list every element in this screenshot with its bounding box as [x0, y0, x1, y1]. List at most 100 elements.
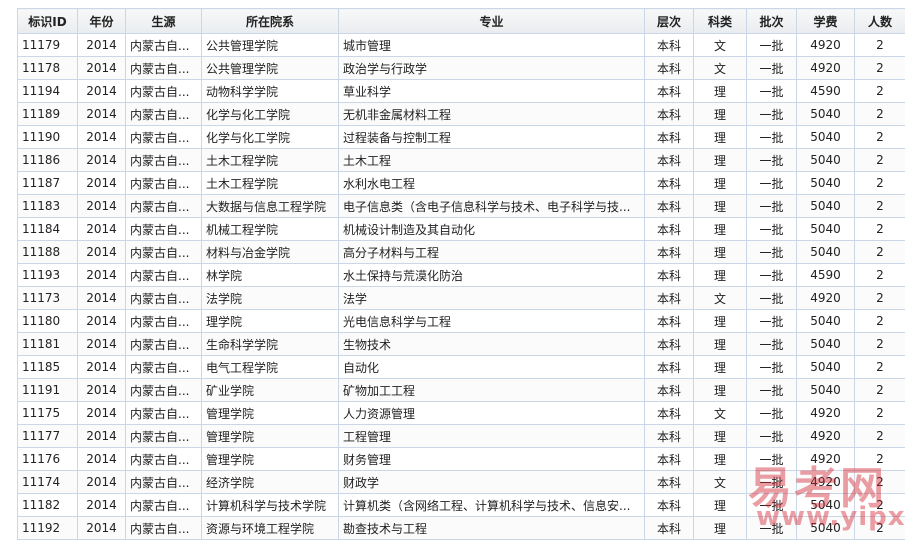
- data-grid: 标识ID 年份 生源 所在院系 专业 层次 科类 批次 学费 人数 11179 2…: [17, 8, 905, 540]
- cell-tuition: 5040: [796, 217, 855, 241]
- cell-id: 11173: [17, 286, 78, 310]
- cell-level: 本科: [644, 378, 694, 402]
- table-row[interactable]: 11192 2014 内蒙古自... 资源与环境工程学院 勘查技术与工程 本科理一批 504…: [17, 516, 905, 540]
- cell-major: 生物技术: [338, 332, 645, 356]
- cell-origin: 内蒙古自...: [125, 286, 202, 310]
- cell-level: 本科: [644, 332, 694, 356]
- cell-level: 本科: [644, 516, 694, 540]
- table-row[interactable]: 11184 2014 内蒙古自... 机械工程学院 机械设计制造及其自动化 本科理一批 50…: [17, 217, 905, 241]
- cell-level: 本科: [644, 286, 694, 310]
- cell-origin: 内蒙古自...: [125, 33, 202, 57]
- cell-year: 2014: [77, 79, 126, 103]
- table-row[interactable]: 11176 2014 内蒙古自... 管理学院 财务管理 本科理一批 4920 2: [17, 447, 905, 471]
- cell-tuition: 5040: [796, 493, 855, 517]
- cell-batch: 一批: [746, 217, 797, 241]
- cell-origin: 内蒙古自...: [125, 263, 202, 287]
- column-header-category[interactable]: 科类: [693, 8, 747, 34]
- cell-origin: 内蒙古自...: [125, 79, 202, 103]
- cell-year: 2014: [77, 171, 126, 195]
- cell-category: 理: [693, 332, 747, 356]
- cell-level: 本科: [644, 194, 694, 218]
- table-row[interactable]: 11186 2014 内蒙古自... 土木工程学院 土木工程 本科理一批 5040 2: [17, 148, 905, 172]
- cell-category: 理: [693, 516, 747, 540]
- table-row[interactable]: 11183 2014 内蒙古自... 大数据与信息工程学院 电子信息类（含电子信息科学与…: [17, 194, 905, 218]
- cell-batch: 一批: [746, 125, 797, 149]
- table-row[interactable]: 11178 2014 内蒙古自... 公共管理学院 政治学与行政学 本科文一批 4920 2: [17, 56, 905, 80]
- table-row[interactable]: 11175 2014 内蒙古自... 管理学院 人力资源管理 本科文一批 4920 2: [17, 401, 905, 425]
- cell-count: 2: [854, 332, 905, 356]
- table-row[interactable]: 11190 2014 内蒙古自... 化学与化工学院 过程装备与控制工程 本科理一批 504…: [17, 125, 905, 149]
- cell-year: 2014: [77, 125, 126, 149]
- cell-major: 水土保持与荒漠化防治: [338, 263, 645, 287]
- cell-origin: 内蒙古自...: [125, 401, 202, 425]
- cell-tuition: 4590: [796, 79, 855, 103]
- cell-category: 文: [693, 470, 747, 494]
- column-header-year[interactable]: 年份: [77, 8, 126, 34]
- column-header-count[interactable]: 人数: [854, 8, 905, 34]
- cell-id: 11188: [17, 240, 78, 264]
- cell-level: 本科: [644, 33, 694, 57]
- cell-department: 林学院: [201, 263, 339, 287]
- table-row[interactable]: 11182 2014 内蒙古自... 计算机科学与技术学院 计算机类（含网络工程、计算机…: [17, 493, 905, 517]
- cell-major: 光电信息科学与工程: [338, 309, 645, 333]
- cell-id: 11181: [17, 332, 78, 356]
- table-row[interactable]: 11194 2014 内蒙古自... 动物科学学院 草业科学 本科理一批 4590 2: [17, 79, 905, 103]
- cell-level: 本科: [644, 240, 694, 264]
- cell-batch: 一批: [746, 263, 797, 287]
- table-row[interactable]: 11179 2014 内蒙古自... 公共管理学院 城市管理 本科文一批 4920 2: [17, 33, 905, 57]
- cell-level: 本科: [644, 79, 694, 103]
- table-row[interactable]: 11187 2014 内蒙古自... 土木工程学院 水利水电工程 本科理一批 5040 2: [17, 171, 905, 195]
- cell-tuition: 5040: [796, 102, 855, 126]
- column-header-origin[interactable]: 生源: [125, 8, 202, 34]
- cell-tuition: 4920: [796, 447, 855, 471]
- column-header-department[interactable]: 所在院系: [201, 8, 339, 34]
- cell-year: 2014: [77, 355, 126, 379]
- table-row[interactable]: 11191 2014 内蒙古自... 矿业学院 矿物加工工程 本科理一批 5040 2: [17, 378, 905, 402]
- cell-year: 2014: [77, 240, 126, 264]
- cell-year: 2014: [77, 217, 126, 241]
- table-row[interactable]: 11174 2014 内蒙古自... 经济学院 财政学 本科文一批 4920 2: [17, 470, 905, 494]
- cell-major: 矿物加工工程: [338, 378, 645, 402]
- cell-major: 城市管理: [338, 33, 645, 57]
- cell-id: 11184: [17, 217, 78, 241]
- table-row[interactable]: 11193 2014 内蒙古自... 林学院 水土保持与荒漠化防治 本科理一批 4590 2: [17, 263, 905, 287]
- column-header-tuition[interactable]: 学费: [796, 8, 855, 34]
- cell-tuition: 5040: [796, 516, 855, 540]
- table-row[interactable]: 11189 2014 内蒙古自... 化学与化工学院 无机非金属材料工程 本科理一批 504…: [17, 102, 905, 126]
- cell-department: 土木工程学院: [201, 171, 339, 195]
- cell-major: 机械设计制造及其自动化: [338, 217, 645, 241]
- table-row[interactable]: 11181 2014 内蒙古自... 生命科学学院 生物技术 本科理一批 5040 2: [17, 332, 905, 356]
- cell-year: 2014: [77, 102, 126, 126]
- cell-tuition: 4920: [796, 470, 855, 494]
- cell-category: 理: [693, 102, 747, 126]
- column-header-batch[interactable]: 批次: [746, 8, 797, 34]
- column-header-major[interactable]: 专业: [338, 8, 645, 34]
- cell-count: 2: [854, 401, 905, 425]
- cell-origin: 内蒙古自...: [125, 102, 202, 126]
- cell-level: 本科: [644, 493, 694, 517]
- table-row[interactable]: 11177 2014 内蒙古自... 管理学院 工程管理 本科理一批 4920 2: [17, 424, 905, 448]
- table-row[interactable]: 11185 2014 内蒙古自... 电气工程学院 自动化 本科理一批 5040 2: [17, 355, 905, 379]
- table-row[interactable]: 11188 2014 内蒙古自... 材料与冶金学院 高分子材料与工程 本科理一批 5040…: [17, 240, 905, 264]
- table-row[interactable]: 11180 2014 内蒙古自... 理学院 光电信息科学与工程 本科理一批 5040 2: [17, 309, 905, 333]
- cell-department: 资源与环境工程学院: [201, 516, 339, 540]
- cell-batch: 一批: [746, 171, 797, 195]
- cell-year: 2014: [77, 470, 126, 494]
- cell-count: 2: [854, 79, 905, 103]
- cell-id: 11187: [17, 171, 78, 195]
- cell-year: 2014: [77, 194, 126, 218]
- cell-count: 2: [854, 378, 905, 402]
- cell-category: 理: [693, 148, 747, 172]
- cell-id: 11185: [17, 355, 78, 379]
- column-header-id[interactable]: 标识ID: [17, 8, 78, 34]
- cell-year: 2014: [77, 263, 126, 287]
- table-row[interactable]: 11173 2014 内蒙古自... 法学院 法学 本科文一批 4920 2: [17, 286, 905, 310]
- cell-department: 理学院: [201, 309, 339, 333]
- cell-level: 本科: [644, 263, 694, 287]
- column-header-level[interactable]: 层次: [644, 8, 694, 34]
- cell-category: 理: [693, 355, 747, 379]
- cell-count: 2: [854, 493, 905, 517]
- cell-batch: 一批: [746, 447, 797, 471]
- cell-year: 2014: [77, 56, 126, 80]
- cell-year: 2014: [77, 33, 126, 57]
